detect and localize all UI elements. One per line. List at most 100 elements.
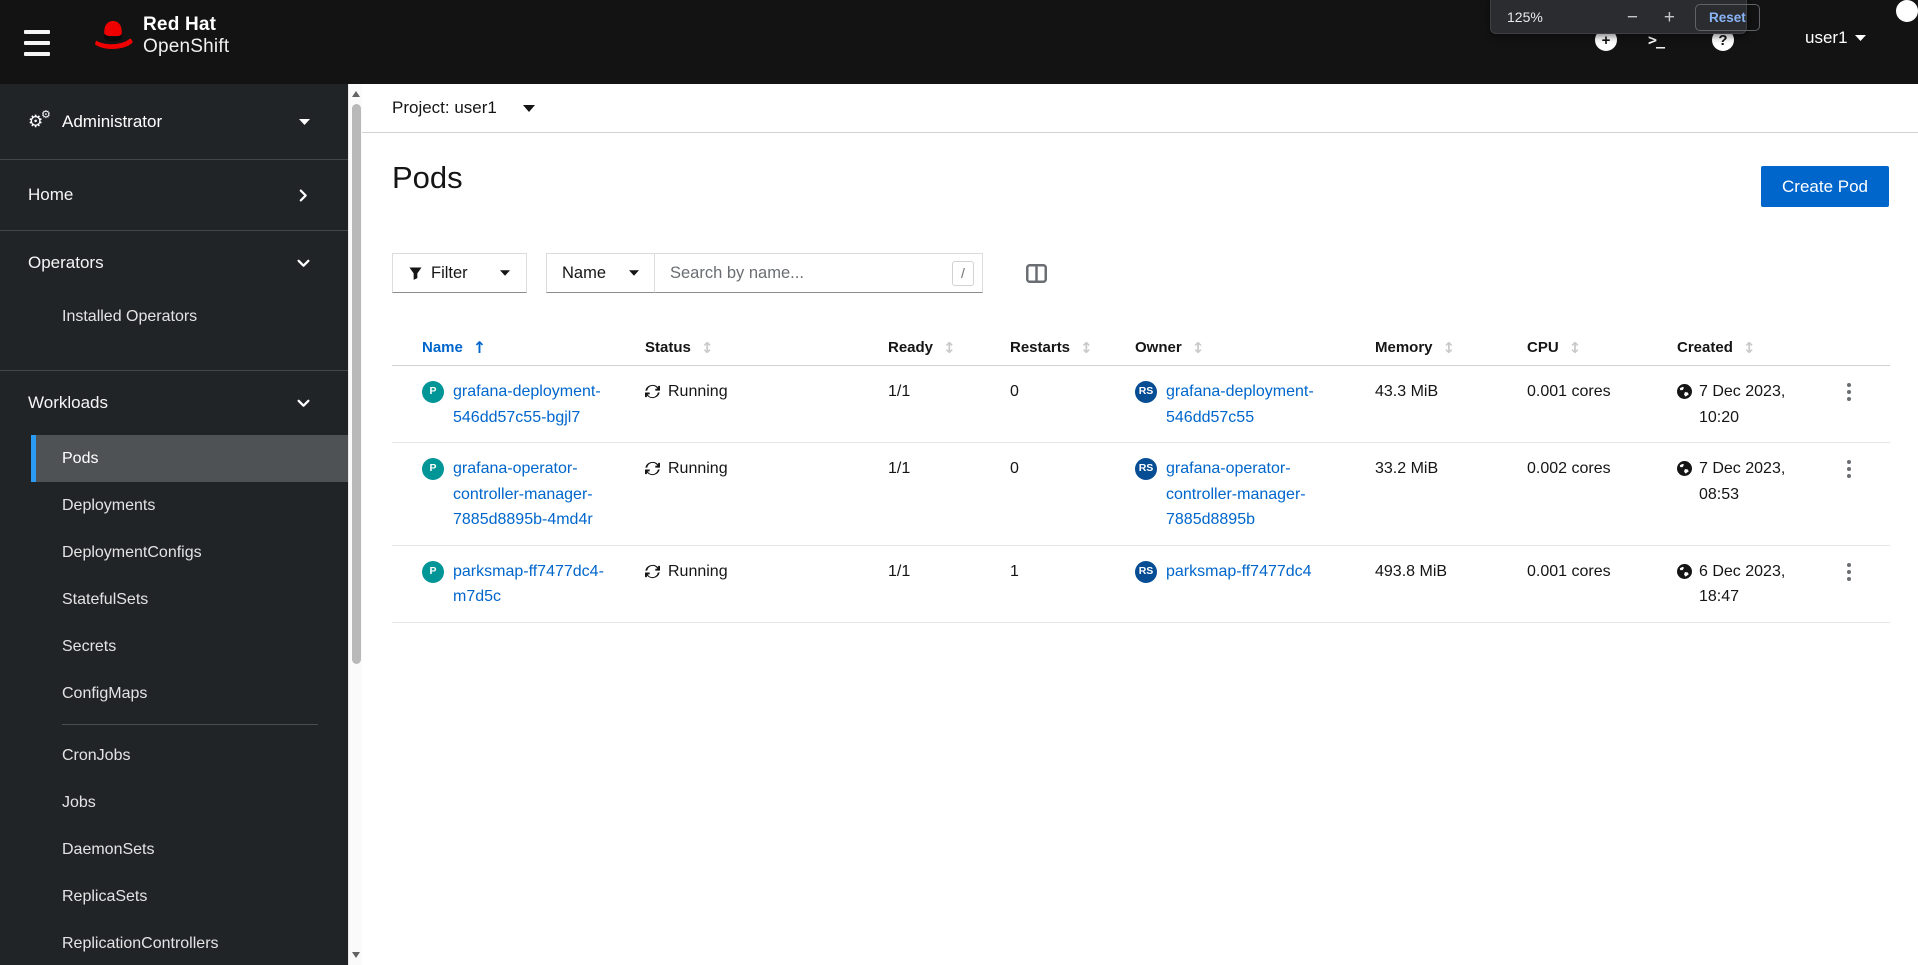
table-row: P grafana-deployment-546dd57c55-bgjl7 Ru… <box>392 366 1890 443</box>
caret-down-icon <box>522 104 535 112</box>
sort-icon: ↕ <box>1080 338 1093 357</box>
sidebar-item-pods[interactable]: Pods <box>31 435 348 482</box>
search-attribute-label: Name <box>562 263 607 282</box>
brand-logo[interactable]: Red Hat OpenShift <box>92 14 229 58</box>
pod-name-link[interactable]: parksmap-ff7477dc4-m7d5c <box>453 559 623 610</box>
scrollbar-down-arrow[interactable] <box>349 947 363 963</box>
zoom-out-button[interactable]: − <box>1627 8 1638 27</box>
column-header-status[interactable]: Status ↕ <box>645 339 888 357</box>
pod-cpu: 0.001 cores <box>1527 562 1611 580</box>
pod-status: Running <box>668 383 728 400</box>
sidebar-item-home[interactable]: Home <box>0 160 348 231</box>
zoom-reset-button[interactable]: Reset <box>1695 3 1760 31</box>
cogs-icon: ⚙ ⚙ <box>28 107 51 132</box>
scrollbar-up-arrow[interactable] <box>349 86 363 102</box>
brand-line2: OpenShift <box>143 36 230 57</box>
kebab-menu-icon[interactable] <box>1845 458 1890 480</box>
sort-icon: ↕ <box>1568 338 1582 357</box>
column-header-ready[interactable]: Ready ↕ <box>888 339 1010 357</box>
sync-running-icon <box>645 461 660 476</box>
caret-down-icon <box>629 270 639 276</box>
column-header-name[interactable]: Name ↑ <box>422 338 645 357</box>
nav-toggle-hamburger-icon[interactable] <box>24 30 58 56</box>
pod-ready: 1/1 <box>888 562 911 580</box>
table-body: P grafana-deployment-546dd57c55-bgjl7 Ru… <box>392 366 1890 623</box>
sidebar-item-daemonsets[interactable]: DaemonSets <box>31 826 348 873</box>
kebab-menu-icon[interactable] <box>1845 381 1890 403</box>
user-menu[interactable]: user1 <box>1805 28 1866 48</box>
column-header-owner[interactable]: Owner ↕ <box>1135 339 1375 357</box>
masthead-actions <box>1896 0 1918 84</box>
owner-link[interactable]: grafana-operator-controller-manager-7885… <box>1166 456 1336 533</box>
pod-restarts: 0 <box>1010 460 1019 477</box>
pod-restarts: 0 <box>1010 383 1019 400</box>
pod-badge: P <box>422 458 444 480</box>
sidebar-item-replicationcontrollers[interactable]: ReplicationControllers <box>31 920 348 965</box>
column-header-cpu[interactable]: CPU ↕ <box>1527 339 1677 357</box>
pod-name-link[interactable]: grafana-operator-controller-manager-7885… <box>453 456 623 533</box>
scrollbar-thumb[interactable] <box>351 104 361 664</box>
column-header-restarts[interactable]: Restarts ↕ <box>1010 339 1135 357</box>
create-pod-button[interactable]: Create Pod <box>1761 166 1889 207</box>
pods-table: Name ↑ Status ↕ Ready ↕ Restarts ↕ Owner… <box>392 330 1890 623</box>
sidebar-item-jobs[interactable]: Jobs <box>31 779 348 826</box>
search-shortcut-badge: / <box>952 260 974 286</box>
globe-timestamp-icon <box>1677 563 1692 579</box>
sidebar-item-configmaps[interactable]: ConfigMaps <box>31 670 348 717</box>
pod-name-link[interactable]: grafana-deployment-546dd57c55-bgjl7 <box>453 379 623 430</box>
sort-icon: ↕ <box>1742 338 1756 357</box>
filter-dropdown[interactable]: Filter <box>392 253 527 293</box>
pod-memory: 43.3 MiB <box>1375 383 1439 400</box>
sort-ascending-icon: ↑ <box>472 338 487 357</box>
pod-memory: 493.8 MiB <box>1375 562 1448 580</box>
sidebar-item-deployments[interactable]: Deployments <box>31 482 348 529</box>
zoom-in-button[interactable]: + <box>1664 8 1675 27</box>
pod-badge: P <box>422 560 444 583</box>
sidebar-item-cronjobs[interactable]: CronJobs <box>31 732 348 779</box>
pod-cpu: 0.001 cores <box>1527 383 1611 400</box>
caret-down-icon <box>1854 35 1866 41</box>
filter-funnel-icon <box>409 266 422 280</box>
main-content: Project: user1 Pods Create Pod Filter Na… <box>362 84 1918 965</box>
replicaset-badge: RS <box>1135 381 1157 403</box>
sidebar-section-operators: Operators Installed Operators <box>0 231 348 371</box>
chevron-down-icon <box>297 399 310 407</box>
sort-icon: ↕ <box>943 338 956 357</box>
list-toolbar: Filter Name / <box>392 253 1047 293</box>
search-box: / <box>654 253 983 293</box>
sidebar-scrollbar[interactable] <box>348 84 362 965</box>
sidebar-item-replicasets[interactable]: ReplicaSets <box>31 873 348 920</box>
pod-cpu: 0.002 cores <box>1527 460 1611 477</box>
kebab-menu-icon[interactable] <box>1845 561 1890 583</box>
filter-dropdown-label: Filter <box>431 263 468 282</box>
browser-zoom-popup: 125% − + Reset <box>1490 0 1760 34</box>
replicaset-badge: RS <box>1135 458 1157 480</box>
caret-down-icon <box>299 118 310 125</box>
chevron-right-icon <box>299 188 307 202</box>
project-selector[interactable]: Project: user1 <box>362 84 1918 133</box>
sidebar-item-deploymentconfigs[interactable]: DeploymentConfigs <box>31 529 348 576</box>
sync-running-icon <box>645 564 660 578</box>
sync-running-icon <box>645 384 660 399</box>
sidebar-item-secrets[interactable]: Secrets <box>31 623 348 670</box>
column-header-memory[interactable]: Memory ↕ <box>1375 339 1527 357</box>
sort-icon: ↕ <box>1442 338 1456 357</box>
search-attribute-dropdown[interactable]: Name <box>546 253 655 293</box>
chevron-down-icon <box>297 259 310 267</box>
sidebar-item-installed-operators[interactable]: Installed Operators <box>31 295 348 339</box>
sidebar-item-operators[interactable]: Operators <box>0 231 348 295</box>
sort-icon: ↕ <box>1191 338 1205 357</box>
sidebar-item-workloads[interactable]: Workloads <box>0 371 348 435</box>
search-input[interactable] <box>655 254 952 292</box>
table-header-row: Name ↑ Status ↕ Ready ↕ Restarts ↕ Owner… <box>392 330 1890 366</box>
manage-columns-button[interactable] <box>1026 253 1047 293</box>
pod-badge: P <box>422 381 444 403</box>
sidebar-item-statefulsets[interactable]: StatefulSets <box>31 576 348 623</box>
perspective-label: Administrator <box>62 111 163 131</box>
sidebar-section-workloads: Workloads Pods Deployments DeploymentCon… <box>0 371 348 965</box>
column-header-created[interactable]: Created ↕ <box>1677 339 1845 357</box>
owner-link[interactable]: grafana-deployment-546dd57c55 <box>1166 379 1336 430</box>
pod-created: 6 Dec 2023, 18:47 <box>1699 562 1786 606</box>
perspective-switcher[interactable]: ⚙ ⚙ Administrator <box>0 84 348 160</box>
owner-link[interactable]: parksmap-ff7477dc4 <box>1166 559 1312 585</box>
